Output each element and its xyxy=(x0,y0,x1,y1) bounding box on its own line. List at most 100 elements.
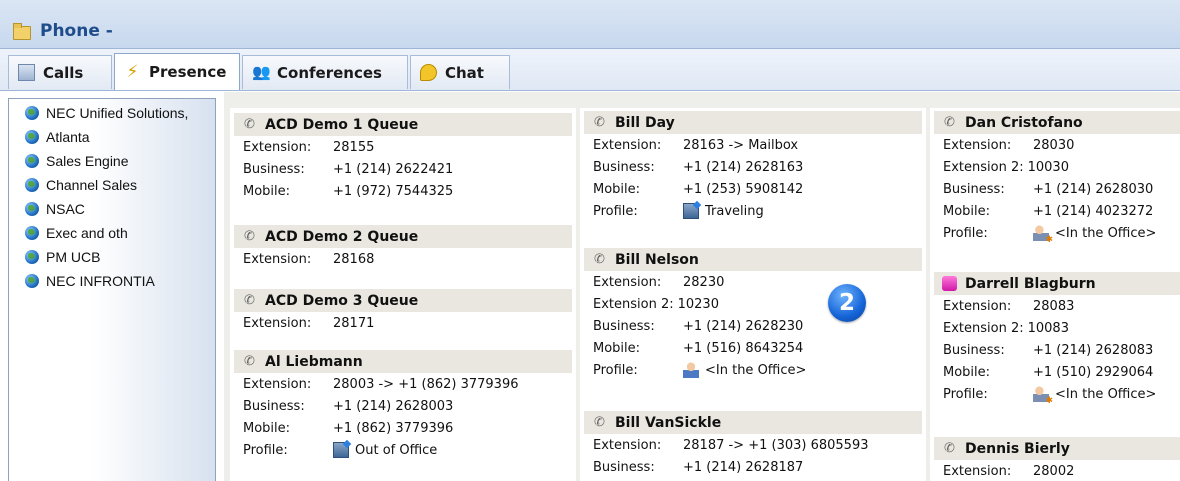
contact-card[interactable]: ✆ Bill Nelson Extension: 28230 Extension 2… xyxy=(584,248,922,381)
business-value: +1 (214) 2622421 xyxy=(333,161,454,177)
field-label: Profile: xyxy=(593,362,638,378)
window-title: Phone - xyxy=(40,21,113,41)
lightning-icon: ⚡ xyxy=(126,61,139,82)
tab-label: Calls xyxy=(43,63,84,82)
contact-name: ACD Demo 1 Queue xyxy=(265,116,419,133)
field-label: Profile: xyxy=(943,386,988,402)
contact-name: ACD Demo 3 Queue xyxy=(265,292,419,309)
extension-value: 28002 xyxy=(1033,463,1075,479)
field-label: Extension: xyxy=(593,137,662,153)
contact-name: Bill VanSickle xyxy=(615,414,722,431)
tree-item[interactable]: NEC Unified Solutions, xyxy=(25,104,188,122)
contact-card[interactable]: ✆ Bill VanSickle Extension: 28187 -> +1 (3… xyxy=(584,411,922,478)
phone-handset-icon: ✆ xyxy=(944,115,955,130)
field-label: Profile: xyxy=(243,442,288,458)
tab-presence[interactable]: ⚡ Presence xyxy=(114,53,240,90)
field-label: Mobile: xyxy=(943,364,991,380)
mobile-value: +1 (516) 8643254 xyxy=(683,340,804,356)
contact-card[interactable]: ✆ Bill Day Extension: 28163 -> Mailbox Bus… xyxy=(584,111,922,222)
contact-card[interactable]: ✆ Dennis Bierly Extension: 28002 xyxy=(934,437,1180,481)
tab-label: Conferences xyxy=(277,63,382,82)
profile-value: Traveling xyxy=(705,203,764,219)
tree-item-label: NSAC xyxy=(46,201,85,217)
in-office-icon xyxy=(683,362,699,378)
field-label: Business: xyxy=(593,459,655,475)
field-label: Business: xyxy=(243,161,305,177)
field-label: Extension: xyxy=(593,437,662,453)
extension-value: 28168 xyxy=(333,251,375,267)
profile-value: <In the Office> xyxy=(1055,386,1157,402)
tree-item[interactable]: Channel Sales xyxy=(25,176,137,194)
in-office-icon xyxy=(1033,386,1053,406)
tree-item[interactable]: Atlanta xyxy=(25,128,90,146)
business-value: +1 (214) 2628163 xyxy=(683,159,804,175)
group-tree: NEC Unified Solutions, Atlanta Sales Eng… xyxy=(8,98,216,481)
tree-item-label: Atlanta xyxy=(46,129,90,145)
phone-handset-icon: ✆ xyxy=(594,115,605,130)
contact-name: Dennis Bierly xyxy=(965,440,1070,457)
contact-card[interactable]: Darrell Blagburn Extension: 28083 Extensi… xyxy=(934,272,1180,406)
tab-chat[interactable]: Chat xyxy=(410,55,510,89)
tree-item[interactable]: NEC INFRONTIA xyxy=(25,272,155,290)
contact-card[interactable]: ✆ ACD Demo 1 Queue Extension: 28155 Busine… xyxy=(234,113,572,202)
field-label: Business: xyxy=(943,181,1005,197)
tree-item[interactable]: Sales Engine xyxy=(25,152,129,170)
extension-value: 28003 -> +1 (862) 3779396 xyxy=(333,376,519,392)
tree-item[interactable]: PM UCB xyxy=(25,248,100,266)
chat-status-icon xyxy=(942,276,957,291)
profile-value: <In the Office> xyxy=(1055,225,1157,241)
globe-icon xyxy=(25,178,39,192)
extension2-value: 10083 xyxy=(1027,320,1069,336)
contacts-column: ✆ ACD Demo 1 Queue Extension: 28155 Busine… xyxy=(230,108,576,481)
mobile-value: +1 (972) 7544325 xyxy=(333,183,454,199)
field-label: Extension: xyxy=(593,274,662,290)
tree-item-label: Exec and oth xyxy=(46,225,128,241)
field-label: Extension: xyxy=(943,137,1012,153)
phone-calls-icon xyxy=(18,64,35,81)
tree-item[interactable]: NSAC xyxy=(25,200,85,218)
field-label: Extension 2: xyxy=(943,320,1024,336)
phone-handset-icon: ✆ xyxy=(244,229,255,244)
tree-item-label: PM UCB xyxy=(46,249,101,265)
phone-handset-icon: ✆ xyxy=(594,252,605,267)
business-value: +1 (214) 2628083 xyxy=(1033,342,1154,358)
business-value: +1 (214) 2628187 xyxy=(683,459,804,475)
field-label: Business: xyxy=(243,398,305,414)
contact-card[interactable]: ✆ ACD Demo 2 Queue Extension: 28168 xyxy=(234,225,572,270)
tree-item[interactable]: Exec and oth xyxy=(25,224,128,242)
business-value: +1 (214) 2628030 xyxy=(1033,181,1154,197)
mobile-value: +1 (253) 5908142 xyxy=(683,181,804,197)
contact-name: Bill Nelson xyxy=(615,251,699,268)
contacts-column: ✆ Dan Cristofano Extension: 28030 Extensio… xyxy=(930,108,1180,481)
field-label: Mobile: xyxy=(243,420,291,436)
contact-card[interactable]: ✆ Dan Cristofano Extension: 28030 Extensio… xyxy=(934,111,1180,245)
field-label: Extension: xyxy=(943,463,1012,479)
contact-card[interactable]: ✆ ACD Demo 3 Queue Extension: 28171 xyxy=(234,289,572,334)
phone-handset-icon: ✆ xyxy=(594,415,605,430)
window-titlebar: Phone - xyxy=(0,0,1180,49)
contact-card[interactable]: ✆ Al Liebmann Extension: 28003 -> +1 (862)… xyxy=(234,350,572,461)
tab-calls[interactable]: Calls xyxy=(8,55,112,89)
folder-icon xyxy=(13,23,31,40)
extension2-value: 10230 xyxy=(677,296,719,312)
field-label: Business: xyxy=(593,318,655,334)
field-label: Extension: xyxy=(943,298,1012,314)
contact-name: Bill Day xyxy=(615,114,675,131)
extension-value: 28163 -> Mailbox xyxy=(683,137,799,153)
extension-value: 28083 xyxy=(1033,298,1075,314)
tree-item-label: NEC INFRONTIA xyxy=(46,273,155,289)
contact-name: Dan Cristofano xyxy=(965,114,1083,131)
field-label: Extension: xyxy=(243,315,312,331)
mobile-value: +1 (214) 4023272 xyxy=(1033,203,1154,219)
tab-conferences[interactable]: 👥 Conferences xyxy=(242,55,408,89)
contact-name: Al Liebmann xyxy=(265,353,363,370)
extension-value: 28030 xyxy=(1033,137,1075,153)
field-label: Extension 2: xyxy=(593,296,674,312)
field-label: Mobile: xyxy=(593,340,641,356)
profile-value: <In the Office> xyxy=(705,362,807,378)
extension2-value: 10030 xyxy=(1027,159,1069,175)
business-value: +1 (214) 2628230 xyxy=(683,318,804,334)
contacts-column: ✆ Bill Day Extension: 28163 -> Mailbox Bus… xyxy=(580,108,926,481)
in-office-icon xyxy=(1033,225,1053,245)
field-label: Profile: xyxy=(943,225,988,241)
